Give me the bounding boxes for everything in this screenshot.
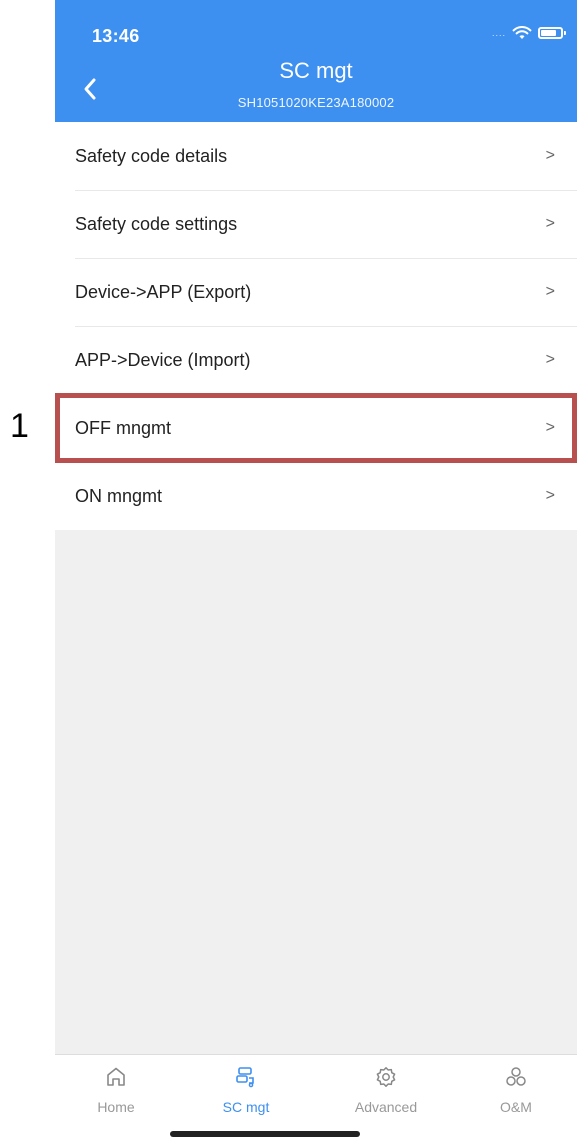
tab-label: Advanced [354,1099,418,1115]
chevron-right-icon: > [545,487,555,504]
chevron-right-icon: > [545,283,555,300]
tab-sc-mgt[interactable]: SC mgt [196,1055,296,1115]
om-icon [506,1067,526,1086]
back-button[interactable] [75,74,105,104]
gear-icon [376,1067,396,1087]
chevron-right-icon: > [545,351,555,368]
chevron-right-icon: > [545,419,555,436]
menu-item-label: Safety code settings [75,213,238,234]
menu-item-safety-code-settings[interactable]: Safety code settings > [55,190,577,258]
header: 13:46 .... SC mgt SH1051020KE23A180002 [55,0,577,122]
home-indicator [170,1131,360,1137]
menu-item-label: ON mngmt [75,485,163,506]
menu-item-off-mngmt[interactable]: OFF mngmt > [55,394,577,462]
chevron-right-icon: > [545,147,555,164]
menu-item-label: Device->APP (Export) [75,281,252,302]
battery-icon [538,27,566,39]
menu-item-app-to-device-import[interactable]: APP->Device (Import) > [55,326,577,394]
tab-label: O&M [500,1099,532,1115]
menu-list: Safety code details > Safety code settin… [55,122,577,530]
tab-om[interactable]: O&M [466,1055,566,1115]
phone-screen: 13:46 .... SC mgt SH1051020KE23A180002 S… [55,0,577,1141]
chevron-right-icon: > [545,215,555,232]
signal-dots: .... [491,28,506,38]
tab-label: Home [97,1099,135,1115]
menu-item-label: Safety code details [75,145,228,166]
status-time: 13:46 [92,26,140,46]
home-icon [107,1067,125,1086]
tab-label: SC mgt [222,1099,270,1115]
menu-item-safety-code-details[interactable]: Safety code details > [55,122,577,190]
device-serial: SH1051020KE23A180002 [237,95,395,110]
chevron-left-icon [84,78,96,100]
tab-advanced[interactable]: Advanced [336,1055,436,1115]
wifi-icon [512,26,532,39]
menu-item-label: OFF mngmt [75,417,172,438]
sc-mgt-icon [236,1067,254,1088]
tab-home[interactable]: Home [66,1055,166,1115]
menu-item-device-to-app-export[interactable]: Device->APP (Export) > [55,258,577,326]
page-title: SC mgt [279,58,353,83]
menu-item-on-mngmt[interactable]: ON mngmt > [55,462,577,530]
menu-item-label: APP->Device (Import) [75,349,251,370]
annotation-label: 1 [10,407,29,445]
status-icons: .... [491,26,566,40]
tab-bar: Home SC mgt Advanced O&M [55,1054,577,1141]
